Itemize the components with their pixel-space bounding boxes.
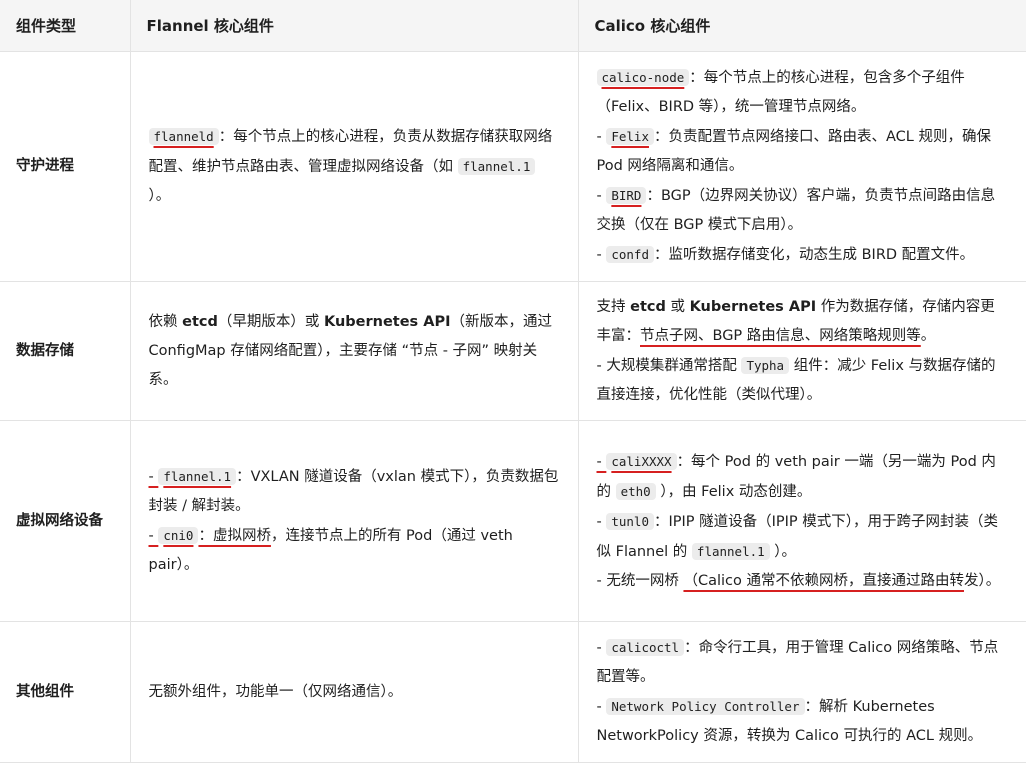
inline-code: Typha [741,356,790,374]
underlined-text: （Calico 通常不依赖网桥，直接通过路由转 [683,572,964,589]
table-row: 虚拟网络设备 - flannel.1 ：VXLAN 隧道设备（vxlan 模式下）… [0,420,1026,622]
inline-code: confd [606,246,654,263]
cell-line: 支持 etcd 或 Kubernetes API 作为数据存储，存储内容更丰富：… [596,298,995,344]
row-label: 守护进程 [0,51,130,282]
inline-code: flannel.1 [691,542,770,560]
row-label: 其他组件 [0,621,130,763]
row-label: 虚拟网络设备 [0,420,130,622]
row-label: 数据存储 [0,281,130,421]
header-calico: Calico 核心组件 [577,0,1026,52]
cell-line: - caliXXXX ：每个 Pod 的 veth pair 一端（另一端为 Po… [596,452,996,500]
inline-code: calicoctl [606,639,685,656]
cell-line: - calicoctl ：命令行工具，用于管理 Calico 网络策略、节点配置等… [596,639,999,685]
table-row: 数据存储 依赖 etcd（早期版本）或 Kubernetes API（新版本，通… [0,281,1026,421]
cell-line: - confd ：监听数据存储变化，动态生成 BIRD 配置文件。 [596,246,975,263]
cell-line: - cni0 ：虚拟网桥，连接节点上的所有 Pod（通过 veth pair）。 [148,527,513,573]
inline-code: Felix [606,128,654,145]
calico-cell: - caliXXXX ：每个 Pod 的 veth pair 一端（另一端为 Po… [577,420,1026,622]
comparison-table: 组件类型 Flannel 核心组件 Calico 核心组件 守护进程 flann… [0,0,1026,763]
cell-text: 依赖 etcd（早期版本）或 Kubernetes API（新版本，通过 Con… [148,313,552,388]
underlined-text: ：虚拟网桥 [198,528,271,544]
cell-text: flanneld ：每个节点上的核心进程，负责从数据存储获取网络配置、维护节点路由… [148,128,553,204]
cell-line: - Network Policy Controller ：解析 Kubernete… [596,698,983,744]
inline-code: flannel.1 [457,158,536,175]
flannel-cell: 无额外组件，功能单一（仅网络通信）。 [129,621,578,763]
cell-line: - 大规模集群通常搭配 Typha 组件：减少 Felix 与数据存储的直接连接… [596,356,996,403]
table-row: 守护进程 flanneld ：每个节点上的核心进程，负责从数据存储获取网络配置、维… [0,51,1026,282]
inline-code: flanneld [148,128,219,145]
cell-line: calico-node ：每个节点上的核心进程，包含多个子组件（Felix、BIR… [596,69,965,115]
cell-line: - tunl0 ：IPIP 隧道设备（IPIP 模式下），用于跨子网封装（类似 F… [596,512,999,560]
inline-code: BIRD [606,187,647,204]
calico-cell: calico-node ：每个节点上的核心进程，包含多个子组件（Felix、BIR… [577,51,1026,282]
flannel-cell: 依赖 etcd（早期版本）或 Kubernetes API（新版本，通过 Con… [129,281,578,421]
table-header-row: 组件类型 Flannel 核心组件 Calico 核心组件 [0,0,1026,52]
flannel-cell: - flannel.1 ：VXLAN 隧道设备（vxlan 模式下），负责数据包封… [129,420,578,622]
header-flannel: Flannel 核心组件 [129,0,578,52]
inline-code: tunl0 [606,512,654,530]
inline-code: calico-node [596,69,690,86]
cell-line: - BIRD ：BGP（边界网关协议）客户端，负责节点间路由信息交换（仅在 BGP… [596,187,996,233]
inline-code: eth0 [615,482,656,500]
underlined-text: 节点子网、BGP 路由信息、网络策略规则等 [640,327,921,344]
flannel-cell: flanneld ：每个节点上的核心进程，负责从数据存储获取网络配置、维护节点路由… [129,51,578,282]
cell-line: - 无统一网桥 （Calico 通常不依赖网桥，直接通过路由转发）。 [596,572,1001,589]
cell-text: 无额外组件，功能单一（仅网络通信）。 [148,683,403,700]
calico-cell: - calicoctl ：命令行工具，用于管理 Calico 网络策略、节点配置等… [577,621,1026,763]
header-component-type: 组件类型 [0,0,130,52]
calico-cell: 支持 etcd 或 Kubernetes API 作为数据存储，存储内容更丰富：… [577,281,1026,421]
cell-line: - Felix ：负责配置节点网络接口、路由表、ACL 规则，确保 Pod 网络隔… [596,128,991,174]
cell-line: - flannel.1 ：VXLAN 隧道设备（vxlan 模式下），负责数据包封… [148,468,559,514]
inline-code: flannel.1 [158,468,237,485]
table-row: 其他组件 无额外组件，功能单一（仅网络通信）。 - calicoctl ：命令行工… [0,621,1026,763]
inline-code: caliXXXX [606,452,677,470]
inline-code: cni0 [158,527,199,544]
inline-code: Network Policy Controller [606,698,805,715]
